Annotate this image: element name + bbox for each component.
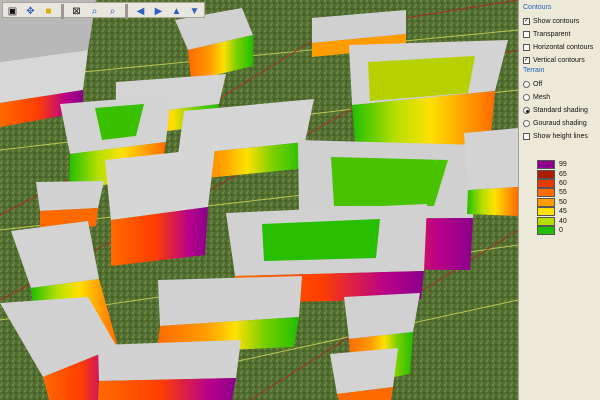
option-label: Show contours bbox=[533, 17, 580, 25]
option-label: Show height lines bbox=[533, 132, 588, 140]
option-label: Mesh bbox=[533, 93, 551, 101]
horizontal-contours-option[interactable]: Horizontal contours bbox=[523, 41, 596, 53]
legend-value: 55 bbox=[559, 189, 567, 197]
legend-value: 60 bbox=[559, 179, 567, 187]
legend-row: 65 bbox=[537, 169, 596, 179]
settings-panel: Contours ✓ Show contours Transparent Hori… bbox=[518, 0, 600, 400]
option-label: Gouraud shading bbox=[533, 119, 587, 127]
gouraud-shading-option[interactable]: Gouraud shading bbox=[523, 117, 596, 129]
yellow-box-icon[interactable]: ■ bbox=[41, 4, 56, 19]
show-contours-option[interactable]: ✓ Show contours bbox=[523, 15, 596, 27]
legend-swatch-orange bbox=[537, 188, 555, 198]
legend-row: 60 bbox=[537, 178, 596, 188]
legend-swatch-red bbox=[537, 178, 555, 188]
height-color-legend: 99 65 60 55 50 45 40 0 bbox=[537, 160, 596, 235]
arrow-up-icon[interactable]: ▲ bbox=[169, 4, 184, 19]
legend-value: 45 bbox=[559, 208, 567, 216]
option-label: Vertical contours bbox=[533, 56, 585, 64]
legend-row: 40 bbox=[537, 216, 596, 226]
legend-value: 40 bbox=[559, 217, 567, 225]
pan-icon[interactable]: ✥ bbox=[23, 4, 38, 19]
target-icon[interactable]: ⊠ bbox=[69, 4, 84, 19]
view-toolbar: ▣ ✥ ■ ⊠ ⌕ ⌕ ◀ ▶ ▲ ▼ bbox=[2, 2, 205, 19]
legend-value: 0 bbox=[559, 226, 563, 234]
radio-button[interactable] bbox=[523, 119, 530, 127]
zoom-out-icon[interactable]: ⌕ bbox=[105, 4, 120, 19]
terrain-off-option[interactable]: Off bbox=[523, 78, 596, 90]
vertical-contours-option[interactable]: ✓ Vertical contours bbox=[523, 54, 596, 66]
standard-shading-option[interactable]: Standard shading bbox=[523, 104, 596, 116]
option-label: Off bbox=[533, 80, 543, 88]
legend-row: 99 bbox=[537, 160, 596, 170]
legend-value: 99 bbox=[559, 161, 567, 169]
option-label: Standard shading bbox=[533, 106, 588, 114]
zoom-in-icon[interactable]: ⌕ bbox=[87, 4, 102, 19]
3d-viewport[interactable]: ▣ ✥ ■ ⊠ ⌕ ⌕ ◀ ▶ ▲ ▼ bbox=[0, 0, 518, 400]
legend-row: 0 bbox=[537, 225, 596, 235]
legend-swatch-dark-red bbox=[537, 169, 555, 179]
arrow-right-icon[interactable]: ▶ bbox=[151, 4, 166, 19]
radio-button[interactable] bbox=[523, 106, 530, 114]
option-label: Horizontal contours bbox=[533, 43, 594, 51]
contours-section-title: Contours bbox=[523, 4, 552, 11]
toolbar-separator bbox=[61, 4, 64, 19]
legend-row: 45 bbox=[537, 207, 596, 217]
square-icon[interactable]: ▣ bbox=[5, 4, 20, 19]
legend-swatch-green bbox=[537, 225, 555, 235]
legend-row: 50 bbox=[537, 197, 596, 207]
transparent-option[interactable]: Transparent bbox=[523, 28, 596, 40]
checkbox[interactable]: ✓ bbox=[523, 56, 530, 64]
radio-button[interactable] bbox=[523, 93, 530, 101]
toolbar-separator bbox=[125, 4, 128, 19]
terrain-mesh-option[interactable]: Mesh bbox=[523, 91, 596, 103]
legend-row: 55 bbox=[537, 188, 596, 198]
legend-swatch-yellow bbox=[537, 207, 555, 217]
radio-button[interactable] bbox=[523, 80, 530, 88]
show-height-lines-option[interactable]: Show height lines bbox=[523, 130, 596, 142]
arrow-left-icon[interactable]: ◀ bbox=[133, 4, 148, 19]
option-label: Transparent bbox=[533, 30, 571, 38]
checkbox[interactable] bbox=[523, 43, 530, 51]
legend-swatch-light-orange bbox=[537, 197, 555, 207]
legend-swatch-purple bbox=[537, 160, 555, 170]
checkbox[interactable] bbox=[523, 132, 530, 140]
checkbox[interactable]: ✓ bbox=[523, 17, 530, 25]
application-window: ▣ ✥ ■ ⊠ ⌕ ⌕ ◀ ▶ ▲ ▼ Contours ✓ Show conto… bbox=[0, 0, 600, 400]
legend-value: 65 bbox=[559, 170, 567, 178]
terrain-section-title: Terrain bbox=[523, 67, 545, 74]
arrow-down-icon[interactable]: ▼ bbox=[187, 4, 202, 19]
city-3d-scene[interactable] bbox=[0, 0, 518, 400]
legend-value: 50 bbox=[559, 198, 567, 206]
legend-swatch-lime bbox=[537, 216, 555, 226]
checkbox[interactable] bbox=[523, 30, 530, 38]
